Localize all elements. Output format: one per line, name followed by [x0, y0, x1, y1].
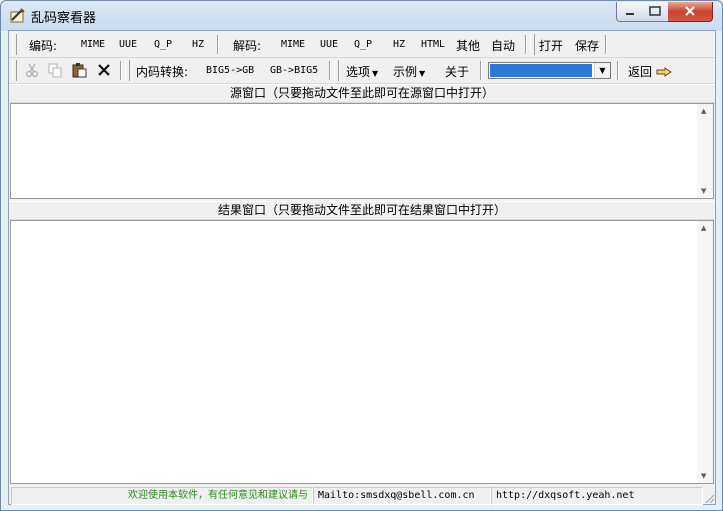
- result-textarea[interactable]: [11, 221, 697, 483]
- chevron-down-icon: ▼: [419, 69, 426, 78]
- toolbar-grip[interactable]: [125, 60, 130, 81]
- encode-mime-button[interactable]: MIME: [81, 39, 105, 50]
- result-pane-header: 结果窗口（只要拖动文件至此即可在结果窗口中打开）: [9, 201, 715, 220]
- client-area: 编码: MIME UUE Q_P HZ 解码: MIME UUE Q_P HZ …: [8, 30, 716, 505]
- toolbar-grip[interactable]: [530, 34, 535, 55]
- source-pane-header: 源窗口（只要拖动文件至此即可在源窗口中打开）: [9, 84, 715, 103]
- chevron-down-icon: ▼: [372, 69, 379, 78]
- resize-grip-icon[interactable]: [703, 492, 715, 504]
- encode-label: 编码:: [29, 39, 58, 53]
- source-scrollbar[interactable]: ▲ ▼: [697, 104, 713, 198]
- decode-html-button[interactable]: HTML: [421, 39, 445, 50]
- toolbar-separator: [605, 35, 607, 54]
- welcome-text: 欢迎使用本软件，有任何意见和建议请与: [128, 490, 308, 501]
- scroll-up-icon[interactable]: ▲: [701, 107, 706, 115]
- encode-uue-button[interactable]: UUE: [119, 39, 137, 50]
- combo-dropdown-button[interactable]: ▼: [594, 63, 610, 78]
- decode-mime-button[interactable]: MIME: [281, 39, 305, 50]
- toolbar-grip[interactable]: [334, 60, 339, 81]
- toolbar-tools: 内码转换: BIG5->GB GB->BIG5 选项 ▼ 示例 ▼ 关于 ▼ 返回: [9, 58, 715, 84]
- toolbar-separator: [329, 61, 331, 80]
- paste-icon[interactable]: [71, 62, 87, 78]
- big5-to-gb-button[interactable]: BIG5->GB: [206, 65, 254, 76]
- encode-qp-button[interactable]: Q_P: [154, 39, 172, 50]
- options-label: 选项: [346, 65, 371, 79]
- decode-label: 解码:: [233, 39, 262, 53]
- back-label: 返回: [628, 65, 653, 79]
- result-scrollbar[interactable]: ▲ ▼: [697, 221, 713, 483]
- title-bar[interactable]: 乱码察看器: [1, 1, 722, 30]
- source-textarea[interactable]: [11, 104, 697, 198]
- other-button[interactable]: 其他: [456, 37, 480, 54]
- examples-label: 示例: [393, 65, 418, 79]
- status-mail: Mailto:smsdxq@sbell.com.cn: [313, 487, 491, 505]
- toolbar-separator: [217, 35, 219, 54]
- scroll-down-icon[interactable]: ▼: [701, 187, 706, 195]
- toolbar-separator: [120, 61, 122, 80]
- back-button[interactable]: 返回: [628, 63, 672, 80]
- encode-hz-button[interactable]: HZ: [192, 39, 204, 50]
- toolbar-separator: [480, 61, 482, 80]
- options-menu[interactable]: 选项 ▼: [346, 63, 378, 80]
- about-button[interactable]: 关于: [445, 63, 469, 80]
- toolbar-separator: [525, 35, 527, 54]
- window-title: 乱码察看器: [31, 11, 97, 26]
- scroll-up-icon[interactable]: ▲: [701, 224, 706, 232]
- maximize-icon: [649, 6, 661, 16]
- minimize-button[interactable]: [616, 2, 644, 22]
- save-button[interactable]: 保存: [575, 37, 599, 54]
- convert-label: 内码转换:: [136, 65, 189, 79]
- app-icon: [10, 8, 25, 23]
- decode-uue-button[interactable]: UUE: [320, 39, 338, 50]
- charset-combo[interactable]: ▼: [488, 62, 611, 79]
- gb-to-big5-button[interactable]: GB->BIG5: [270, 65, 318, 76]
- scroll-down-icon[interactable]: ▼: [701, 472, 706, 480]
- status-web: http://dxqsoft.yeah.net: [491, 487, 703, 505]
- toolbar-separator: [617, 61, 619, 80]
- maximize-button[interactable]: [642, 2, 669, 22]
- open-button[interactable]: 打开: [539, 37, 563, 54]
- close-button[interactable]: [668, 2, 713, 22]
- decode-qp-button[interactable]: Q_P: [354, 39, 372, 50]
- examples-menu[interactable]: 示例 ▼: [393, 63, 425, 80]
- pointing-hand-icon: [656, 67, 672, 77]
- decode-hz-button[interactable]: HZ: [393, 39, 405, 50]
- toolbar-grip[interactable]: [12, 34, 17, 55]
- app-window: 乱码察看器 编码: MIME UUE Q_P HZ 解码: MIME UUE Q…: [0, 0, 723, 511]
- auto-button[interactable]: 自动: [491, 37, 515, 54]
- toolbar-grip[interactable]: [12, 60, 17, 81]
- minimize-icon: [626, 13, 634, 15]
- status-welcome: 欢迎使用本软件，有任何意见和建议请与: [11, 487, 313, 505]
- delete-icon[interactable]: [96, 62, 112, 78]
- copy-icon[interactable]: [47, 62, 63, 78]
- combo-selected-value: [490, 64, 592, 77]
- cut-icon[interactable]: [24, 62, 40, 78]
- source-pane: ▲ ▼: [10, 103, 714, 199]
- status-bar: 欢迎使用本软件，有任何意见和建议请与 Mailto:smsdxq@sbell.c…: [9, 486, 715, 505]
- chevron-down-icon: ▼: [599, 66, 606, 75]
- result-pane: ▲ ▼: [10, 220, 714, 484]
- close-icon: [685, 6, 695, 16]
- toolbar-codec: 编码: MIME UUE Q_P HZ 解码: MIME UUE Q_P HZ …: [9, 32, 715, 58]
